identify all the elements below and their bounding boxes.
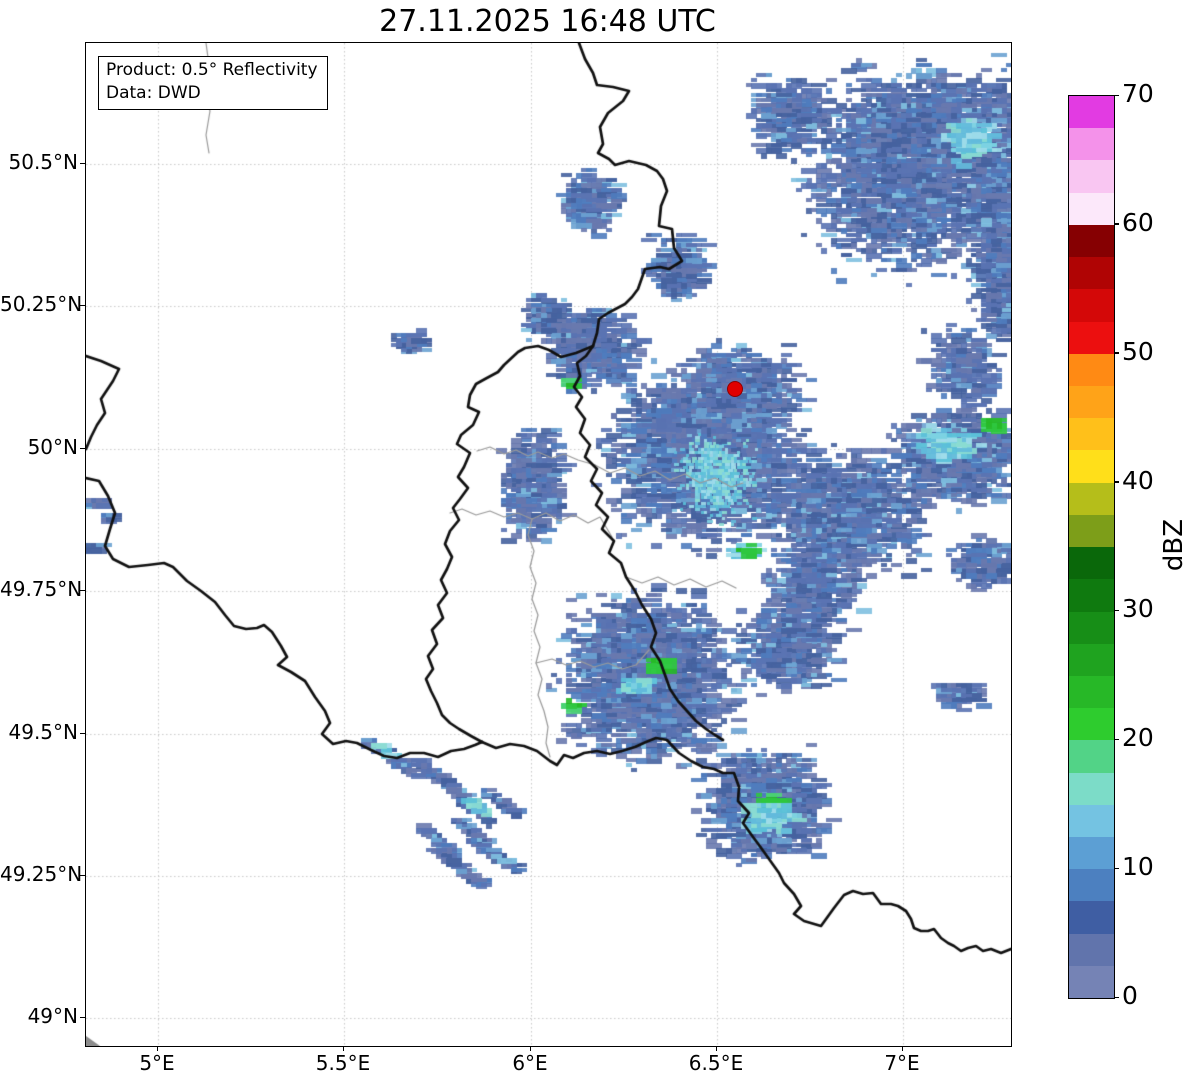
x-tick-label: 5.5°E [315,1051,371,1075]
colorbar-segment [1069,804,1114,838]
colorbar-tick-mark [1114,738,1119,741]
colorbar-segment [1069,547,1114,580]
colorbar-tick-label: 10 [1122,852,1154,882]
colorbar-segment [1069,385,1114,419]
colorbar-tick-mark [1114,94,1119,96]
colorbar-segment [1069,96,1114,129]
colorbar-tick-mark [1114,996,1119,998]
radar-map-canvas [86,43,1011,1046]
colorbar-tick-label: 70 [1122,79,1154,108]
colorbar-tick-label: 40 [1122,465,1154,495]
colorbar-segment [1069,837,1114,870]
y-tick-mark [80,162,85,164]
data-source-line: Data: DWD [106,82,201,103]
y-tick-label: 49.25°N [0,862,83,886]
colorbar-tick-mark [1114,609,1119,612]
colorbar-tick-mark [1114,352,1119,354]
colorbar-segment [1069,514,1114,548]
y-tick-mark [80,732,85,734]
colorbar-tick-mark [1114,481,1119,483]
colorbar-segment [1069,224,1114,258]
x-tick-label: 6°E [512,1051,548,1075]
colorbar-segment [1069,772,1114,805]
y-tick-mark [80,1016,85,1018]
colorbar-tick-label: 20 [1122,723,1154,753]
y-tick-label: 50°N [27,435,78,459]
colorbar-segment [1069,708,1114,741]
colorbar-segment [1069,353,1114,386]
colorbar-segment [1069,740,1114,773]
colorbar-segment [1069,965,1114,999]
colorbar-segment [1069,418,1114,451]
map-plot-area: Product: 0.5° Reflectivity Data: DWD [85,42,1012,1047]
x-tick-label: 7°E [884,1051,920,1075]
colorbar-tick-label: 50 [1122,336,1154,366]
colorbar-segment [1069,321,1114,354]
y-tick-label: 49.5°N [8,720,79,744]
y-tick-label: 50.25°N [0,292,83,316]
colorbar-segment [1069,257,1114,290]
colorbar-segment [1069,675,1114,709]
colorbar-tick-mark [1114,223,1119,225]
x-tick-label: 5°E [139,1051,175,1075]
colorbar-segment [1069,869,1114,902]
y-tick-label: 50.5°N [8,150,79,174]
plot-title: 27.11.2025 16:48 UTC [379,4,716,39]
colorbar-segment [1069,450,1114,483]
figure-root: 27.11.2025 16:48 UTC Product: 0.5° Refle… [0,0,1202,1081]
y-tick-label: 49.75°N [0,577,83,601]
colorbar-tick-label: 30 [1122,594,1154,624]
colorbar-segment [1069,289,1114,322]
x-tick-label: 6.5°E [688,1051,744,1075]
y-tick-label: 49°N [27,1004,78,1028]
colorbar-segment [1069,933,1114,966]
colorbar-segment [1069,901,1114,934]
colorbar-segment [1069,643,1114,676]
radar-location-marker [727,381,743,397]
colorbar [1068,95,1115,999]
colorbar-segment [1069,192,1114,225]
colorbar-tick-label: 0 [1122,981,1138,1010]
colorbar-segment [1069,482,1114,515]
colorbar-segment [1069,579,1114,612]
colorbar-segment [1069,611,1114,644]
colorbar-segment [1069,128,1114,161]
colorbar-segment [1069,160,1114,193]
product-info-box: Product: 0.5° Reflectivity Data: DWD [98,56,328,110]
colorbar-tick-label: 60 [1122,207,1154,237]
y-tick-mark [80,447,85,449]
colorbar-axis-label: dBZ [1159,518,1190,572]
product-line: Product: 0.5° Reflectivity [106,60,318,80]
colorbar-tick-mark [1114,867,1119,870]
